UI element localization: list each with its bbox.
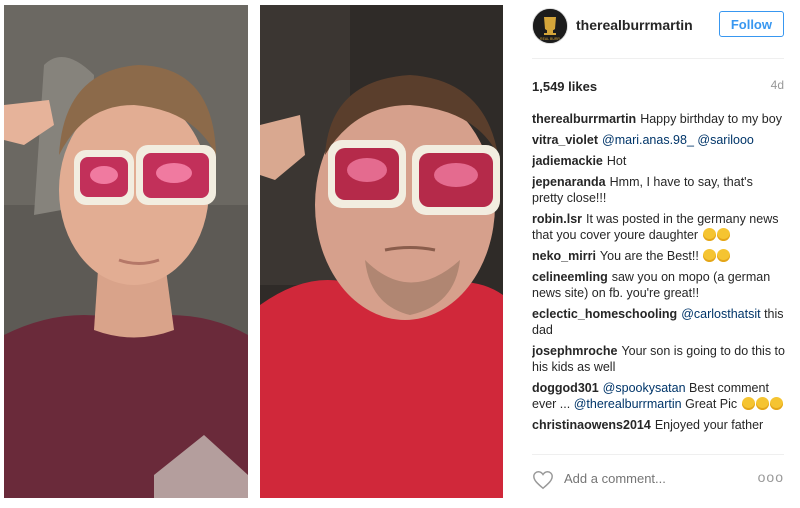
laughing-emoji-icon (716, 228, 730, 241)
sunglasses-emoji-icon (741, 397, 755, 410)
username[interactable]: therealburrmartin (576, 17, 693, 33)
heart-icon[interactable] (532, 469, 554, 491)
photo-panel-right (260, 5, 503, 498)
comment-mention[interactable]: @therealburrmartin (574, 397, 682, 411)
comment-text: Great Pic (685, 397, 738, 411)
add-comment-input[interactable] (564, 471, 744, 486)
comment-user[interactable]: doggod301 (532, 381, 599, 395)
post-header: REAL BURR therealburrmartin Follow (532, 8, 784, 44)
comment-text: Enjoyed your father (654, 418, 764, 432)
laughing-emoji-icon (717, 249, 731, 262)
comment-user[interactable]: vitra_violet (532, 133, 598, 147)
comment-user[interactable]: celineemling (532, 270, 608, 284)
comment: josephmroche Your son is going to do this… (532, 343, 786, 375)
likes-count[interactable]: 1,549 likes (532, 79, 597, 94)
comment: jadiemackie Hot (532, 153, 786, 169)
comment: neko_mirri You are the Best!! (532, 248, 786, 264)
comment-user[interactable]: jepenaranda (532, 175, 606, 189)
comment-user[interactable]: josephmroche (532, 344, 617, 358)
post-sidebar: REAL BURR therealburrmartin Follow 1,549… (516, 0, 800, 507)
comment-user[interactable]: jadiemackie (532, 154, 603, 168)
photo-panel-left (4, 5, 248, 498)
comment-user[interactable]: eclectic_homeschooling (532, 307, 677, 321)
comment-user[interactable]: therealburrmartin (532, 112, 636, 126)
svg-text:REAL BURR: REAL BURR (540, 37, 560, 41)
post-time[interactable]: 4d (771, 78, 784, 92)
post-photo[interactable] (0, 0, 516, 507)
comments-list: therealburrmartin Happy birthday to my bo… (532, 111, 786, 449)
follow-button[interactable]: Follow (718, 11, 784, 37)
comment-mention[interactable]: @carlosthatsit (681, 307, 760, 321)
comment: robin.lsr It was posted in the germany ne… (532, 211, 786, 243)
laughing-emoji-icon (702, 228, 716, 241)
comment-user[interactable]: christinaowens2014 (532, 418, 651, 432)
avatar-logo-icon: REAL BURR (533, 9, 567, 43)
likes-row: 1,549 likes 4d (532, 78, 784, 96)
comment: eclectic_homeschooling @carlosthatsit thi… (532, 306, 786, 338)
flexed-arm-emoji-icon (755, 397, 769, 410)
comment-user[interactable]: neko_mirri (532, 249, 596, 263)
comment-mention[interactable]: @spookysatan (603, 381, 686, 395)
laughing-emoji-icon (703, 249, 717, 262)
comment: doggod301 @spookysatan Best comment ever … (532, 380, 786, 412)
header-divider (532, 58, 784, 59)
comment: jepenaranda Hmm, I have to say, that's pr… (532, 174, 786, 206)
comment-text: You are the Best!! (599, 249, 699, 263)
comment-text: Hot (606, 154, 627, 168)
comment-bar: ooo (532, 454, 784, 508)
comment: vitra_violet @mari.anas.98_ @sarilooo (532, 132, 786, 148)
comment: therealburrmartin Happy birthday to my bo… (532, 111, 786, 127)
comment-mention[interactable]: @mari.anas.98_ @sarilooo (602, 133, 754, 147)
comment: celineemling saw you on mopo (a german ne… (532, 269, 786, 301)
comment: christinaowens2014 Enjoyed your father (532, 417, 786, 433)
comment-text: Happy birthday to my boy (640, 112, 782, 126)
more-options-icon[interactable]: ooo (758, 469, 784, 485)
comment-user[interactable]: robin.lsr (532, 212, 582, 226)
avatar[interactable]: REAL BURR (532, 8, 568, 44)
sunglasses-emoji-icon (769, 397, 783, 410)
